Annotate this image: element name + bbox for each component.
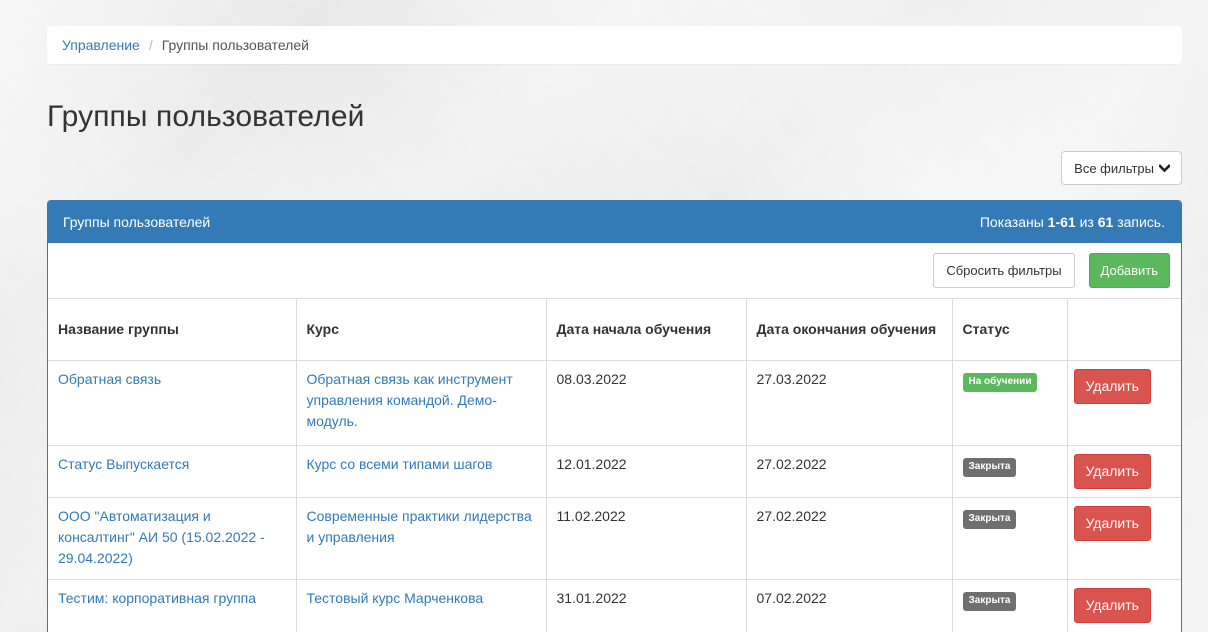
filters-row: Все фильтры <box>47 151 1182 185</box>
end-date: 27.02.2022 <box>746 445 953 498</box>
summary-suffix: запись. <box>1113 214 1165 230</box>
group-name-link[interactable]: Тестим: корпоративная группа <box>58 590 256 606</box>
course-link[interactable]: Курс со всеми типами шагов <box>307 456 493 472</box>
summary-mid: из <box>1075 214 1098 230</box>
add-group-button[interactable]: Добавить <box>1088 253 1170 288</box>
start-date: 31.01.2022 <box>546 579 747 632</box>
course-link[interactable]: Обратная связь как инструмент управления… <box>307 371 513 429</box>
groups-table: Название группы Курс Дата начала обучени… <box>48 299 1181 632</box>
all-filters-label: Все фильтры <box>1074 160 1154 176</box>
summary-prefix: Показаны <box>979 214 1048 230</box>
status-badge: Закрыта <box>962 591 1017 611</box>
breadcrumb: Управление / Группы пользователей <box>47 26 1182 64</box>
start-date: 11.02.2022 <box>546 497 747 580</box>
end-date: 27.02.2022 <box>746 497 953 580</box>
column-header-name[interactable]: Название группы <box>48 299 297 361</box>
panel-heading: Группы пользователей Показаны 1-61 из 61… <box>48 201 1181 243</box>
column-header-course[interactable]: Курс <box>296 299 547 361</box>
table-header-row: Название группы Курс Дата начала обучени… <box>48 299 1181 361</box>
delete-button[interactable]: Удалить <box>1073 368 1151 404</box>
status-badge: Закрыта <box>962 457 1017 477</box>
column-header-status[interactable]: Статус <box>952 299 1068 361</box>
delete-button[interactable]: Удалить <box>1073 505 1151 541</box>
start-date: 12.01.2022 <box>546 445 747 498</box>
group-name-link[interactable]: Статус Выпускается <box>58 456 189 472</box>
panel-title: Группы пользователей <box>63 214 211 230</box>
records-summary: Показаны 1-61 из 61 запись. <box>980 214 1165 230</box>
delete-button[interactable]: Удалить <box>1073 587 1151 623</box>
summary-total: 61 <box>1097 214 1114 230</box>
start-date: 08.03.2022 <box>546 360 747 446</box>
table-row: Обратная связь Обратная связь как инстру… <box>48 360 1181 446</box>
page-content: Управление / Группы пользователей Группы… <box>47 0 1182 632</box>
table-toolbar: Сбросить фильтры Добавить <box>48 243 1181 299</box>
delete-button[interactable]: Удалить <box>1073 453 1151 489</box>
end-date: 27.03.2022 <box>746 360 953 446</box>
reset-filters-button[interactable]: Сбросить фильтры <box>933 253 1075 288</box>
course-link[interactable]: Современные практики лидерства и управле… <box>307 508 532 545</box>
column-header-end-date[interactable]: Дата окончания обучения <box>746 299 953 361</box>
table-row: Статус Выпускается Курс со всеми типами … <box>48 445 1181 498</box>
column-header-actions <box>1067 299 1181 361</box>
course-link[interactable]: Тестовый курс Марченкова <box>307 590 484 606</box>
breadcrumb-link-management[interactable]: Управление <box>62 37 140 53</box>
page-title: Группы пользователей <box>47 100 365 133</box>
breadcrumb-separator: / <box>148 37 153 53</box>
status-badge: На обучении <box>962 372 1038 392</box>
groups-panel: Группы пользователей Показаны 1-61 из 61… <box>47 200 1182 632</box>
breadcrumb-current: Группы пользователей <box>161 37 309 53</box>
status-badge: Закрыта <box>962 509 1017 529</box>
chevron-down-icon <box>1158 161 1171 176</box>
table-row: ООО "Автоматизация и консалтинг" АИ 50 (… <box>48 497 1181 580</box>
table-row: Тестим: корпоративная группа Тестовый ку… <box>48 579 1181 632</box>
group-name-link[interactable]: ООО "Автоматизация и консалтинг" АИ 50 (… <box>58 508 265 566</box>
end-date: 07.02.2022 <box>746 579 953 632</box>
column-header-start-date[interactable]: Дата начала обучения <box>546 299 747 361</box>
group-name-link[interactable]: Обратная связь <box>58 371 161 387</box>
summary-range: 1-61 <box>1047 214 1076 230</box>
all-filters-button[interactable]: Все фильтры <box>1061 151 1182 185</box>
